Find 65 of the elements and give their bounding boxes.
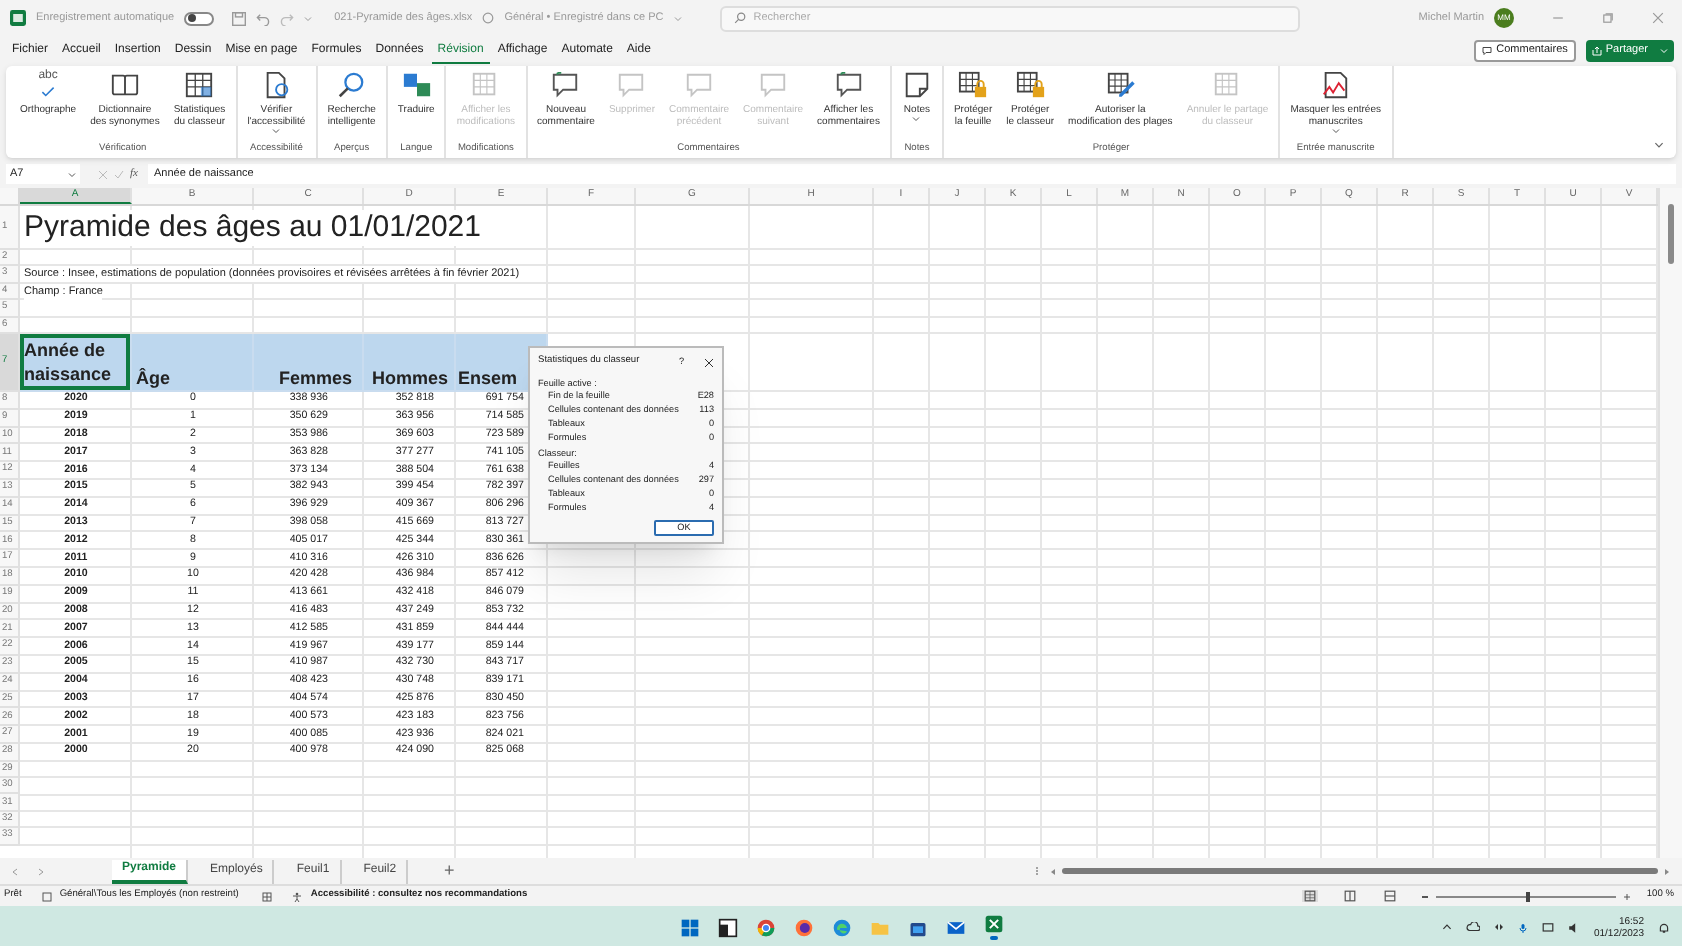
chevron-up-icon[interactable]: [1441, 924, 1452, 930]
undo-icon[interactable]: [256, 11, 271, 25]
comment-icon: [684, 70, 715, 100]
table-header-cell[interactable]: Hommes: [364, 333, 456, 392]
page-break-icon[interactable]: [1382, 890, 1399, 902]
note-icon: [901, 70, 932, 100]
window-icon[interactable]: [717, 917, 737, 937]
search-icon: [733, 12, 746, 24]
store-icon[interactable]: [907, 917, 927, 937]
zoom-in-icon[interactable]: [1624, 893, 1631, 899]
collapse-ribbon-icon[interactable]: [1654, 142, 1664, 148]
scroll-right-icon[interactable]: [1664, 867, 1670, 875]
check-icon: [38, 82, 59, 100]
locked-grid-icon: [958, 70, 989, 100]
check-icon[interactable]: [114, 169, 124, 179]
page-layout-icon[interactable]: [1342, 890, 1359, 902]
ink-icon: [1320, 70, 1351, 100]
comment-icon: [550, 70, 581, 100]
fox-browser-icon[interactable]: [793, 917, 813, 937]
speaker-icon[interactable]: [1567, 921, 1580, 933]
monitor-icon[interactable]: [1541, 921, 1554, 933]
share-icon: [1591, 46, 1602, 56]
spreadsheet-app-icon[interactable]: [983, 914, 1003, 935]
locked-grid-icon: [1015, 70, 1046, 100]
table-icon: [184, 70, 215, 100]
table-header-cell[interactable]: Femmes: [254, 333, 364, 392]
table-header-cell[interactable]: Âge: [132, 333, 254, 392]
search-icon: [336, 70, 367, 100]
sheet-title: Pyramide des âges au 01/01/2021: [24, 210, 481, 246]
label-icon: [41, 891, 52, 901]
autosave-toggle[interactable]: [184, 11, 215, 25]
start-icon[interactable]: [679, 917, 699, 937]
translate-icon: [401, 70, 432, 100]
bell-icon[interactable]: [1658, 921, 1670, 933]
mail-icon[interactable]: [945, 917, 965, 937]
horizontal-scrollbar[interactable]: [1050, 865, 1670, 877]
spreadsheet-logo: [10, 10, 26, 26]
save-icon[interactable]: [232, 11, 247, 25]
comment-icon: [758, 70, 789, 100]
grid-icon: [1212, 70, 1243, 100]
comment-icon: [833, 70, 864, 100]
add-sheet-button[interactable]: +: [444, 857, 455, 885]
previous-sheet-icon[interactable]: [12, 867, 18, 875]
browser-icon[interactable]: [755, 917, 775, 937]
accessibility-icon: [292, 891, 303, 901]
normal-view-icon[interactable]: [1302, 890, 1319, 902]
caret-icon: [1660, 48, 1668, 54]
table-header-cell[interactable]: Année de naissance: [20, 333, 132, 392]
comment-icon: [616, 70, 647, 100]
grid-pencil-icon: [1105, 70, 1136, 100]
microphone-icon[interactable]: [1517, 921, 1528, 933]
grid-icon[interactable]: [262, 891, 273, 901]
document-icon: [261, 70, 292, 100]
grid-icon: [470, 70, 501, 100]
caret-icon: [68, 171, 76, 177]
wave-browser-icon[interactable]: [831, 917, 851, 937]
close-icon[interactable]: [704, 357, 714, 367]
tray-app-icon[interactable]: [1493, 922, 1504, 932]
vertical-scrollbar[interactable]: [1658, 188, 1682, 858]
cloud-icon[interactable]: [1465, 922, 1480, 932]
next-sheet-icon[interactable]: [38, 867, 44, 875]
comment-icon: [1482, 46, 1493, 56]
caret-icon: [673, 15, 682, 21]
scroll-left-icon[interactable]: [1050, 867, 1056, 875]
book-icon: [109, 70, 140, 100]
